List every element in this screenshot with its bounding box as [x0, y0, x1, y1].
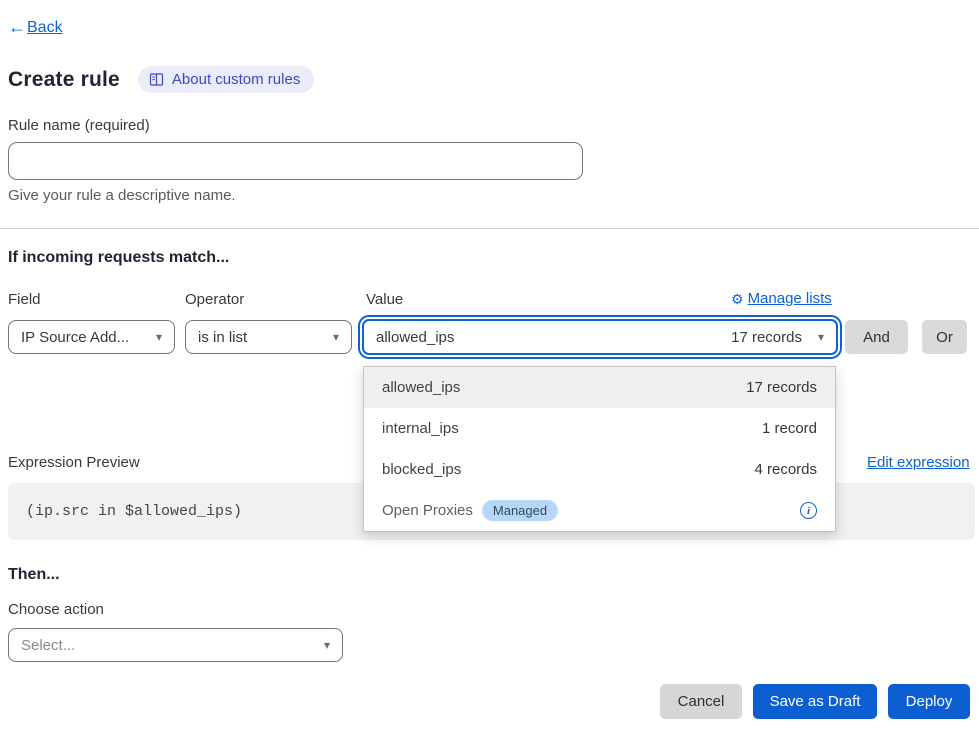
value-select[interactable]: allowed_ips 17 records ▾: [362, 319, 838, 355]
expression-code: (ip.src in $allowed_ips): [26, 503, 242, 520]
list-option-records: 4 records: [754, 461, 817, 478]
edit-expression-link[interactable]: Edit expression: [867, 454, 970, 471]
list-option-name: Open Proxies: [382, 502, 473, 519]
chevron-down-icon: ▾: [333, 330, 339, 344]
rule-name-helper-text: Give your rule a descriptive name.: [8, 187, 236, 204]
chevron-down-icon: ▾: [818, 330, 824, 344]
then-section-heading: Then...: [8, 566, 60, 584]
info-icon[interactable]: i: [800, 502, 817, 519]
operator-select-value: is in list: [198, 329, 247, 346]
manage-lists-link[interactable]: ⚙ Manage lists: [731, 290, 840, 307]
list-option-name: allowed_ips: [382, 379, 460, 396]
list-option-open-proxies[interactable]: Open Proxies Managed i: [364, 490, 835, 531]
expression-preview-label: Expression Preview: [8, 454, 140, 471]
rule-name-label: Rule name (required): [8, 117, 150, 134]
gear-icon: ⚙: [731, 292, 744, 306]
chevron-down-icon: ▾: [156, 330, 162, 344]
list-option-allowed-ips[interactable]: allowed_ips 17 records: [364, 367, 835, 408]
back-link-label[interactable]: Back: [27, 19, 63, 37]
action-select-placeholder: Select...: [21, 637, 75, 654]
cancel-button[interactable]: Cancel: [660, 684, 742, 719]
chevron-down-icon: ▾: [324, 638, 330, 652]
field-label: Field: [8, 291, 41, 308]
list-option-name: internal_ips: [382, 420, 459, 437]
field-select-value: IP Source Add...: [21, 329, 129, 346]
about-custom-rules-link[interactable]: About custom rules: [138, 66, 314, 93]
list-option-internal-ips[interactable]: internal_ips 1 record: [364, 408, 835, 449]
value-select-records: 17 records: [731, 329, 802, 346]
value-select-focus-ring: allowed_ips 17 records ▾: [358, 315, 842, 359]
create-rule-page: ← Back Create rule About custom rules Ru…: [0, 0, 979, 739]
field-select[interactable]: IP Source Add... ▾: [8, 320, 175, 354]
title-row: Create rule About custom rules: [8, 66, 314, 93]
value-dropdown-panel: allowed_ips 17 records internal_ips 1 re…: [363, 366, 836, 532]
choose-action-label: Choose action: [8, 601, 104, 618]
deploy-button[interactable]: Deploy: [888, 684, 970, 719]
rule-name-input[interactable]: [8, 142, 583, 180]
section-divider: [0, 228, 979, 229]
list-option-blocked-ips[interactable]: blocked_ips 4 records: [364, 449, 835, 490]
page-title: Create rule: [8, 68, 120, 92]
save-as-draft-button[interactable]: Save as Draft: [753, 684, 877, 719]
operator-label: Operator: [185, 291, 244, 308]
about-custom-rules-label: About custom rules: [172, 71, 300, 88]
book-icon: [149, 72, 164, 87]
list-option-records: 1 record: [762, 420, 817, 437]
list-option-records: 17 records: [746, 379, 817, 396]
manage-lists-label[interactable]: Manage lists: [748, 290, 832, 307]
value-select-value: allowed_ips: [376, 329, 454, 346]
operator-select[interactable]: is in list ▾: [185, 320, 352, 354]
match-section-heading: If incoming requests match...: [8, 249, 229, 267]
or-button[interactable]: Or: [922, 320, 967, 354]
and-button[interactable]: And: [845, 320, 908, 354]
action-select[interactable]: Select... ▾: [8, 628, 343, 662]
back-arrow-icon: ←: [8, 17, 26, 38]
managed-badge: Managed: [482, 500, 558, 521]
value-label: Value: [366, 291, 403, 308]
back-link[interactable]: ← Back: [8, 17, 63, 38]
list-option-name: blocked_ips: [382, 461, 461, 478]
